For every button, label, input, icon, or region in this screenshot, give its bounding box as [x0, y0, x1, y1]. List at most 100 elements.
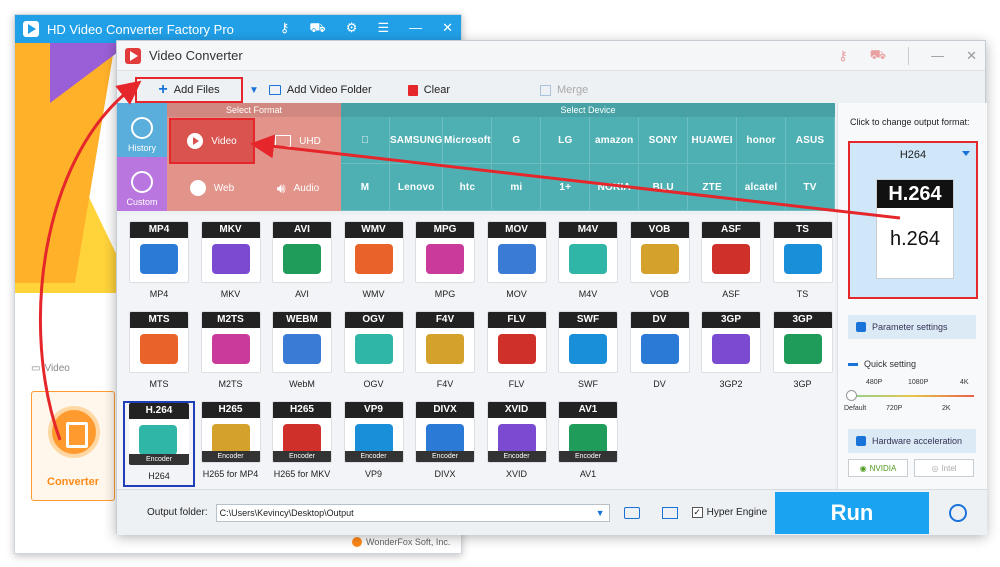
format-label: MKV — [220, 289, 241, 299]
uhd-category-button[interactable]: UHD — [255, 118, 341, 164]
output-folder-label: Output folder: — [147, 507, 208, 518]
format-icon: H.264 Encoder — [129, 403, 189, 465]
format-icon: TS — [772, 221, 833, 283]
format-option[interactable]: DV DV — [624, 311, 696, 397]
video-category-button[interactable]: Video — [169, 118, 255, 164]
format-option[interactable]: 3GP 3GP2 — [695, 311, 767, 397]
format-option[interactable]: H265 Encoder H265 for MKV — [266, 401, 338, 487]
clear-button[interactable]: Clear — [398, 77, 460, 103]
format-option[interactable]: OGV OGV — [338, 311, 410, 397]
device-brand-button[interactable]: 1+ — [541, 164, 591, 211]
format-option[interactable]: M4V M4V — [552, 221, 624, 307]
custom-tab[interactable]: Custom — [117, 157, 167, 211]
device-brand-button[interactable]: SAMSUNG — [389, 117, 444, 164]
format-option[interactable]: MP4 MP4 — [123, 221, 195, 307]
format-option[interactable]: 3GP 3GP — [767, 311, 839, 397]
format-option[interactable]: XVID Encoder XVID — [481, 401, 553, 487]
format-option[interactable]: MOV MOV — [481, 221, 553, 307]
cart-icon[interactable]: ⛟ — [309, 20, 325, 38]
window-titlebar: Video Converter ⚷ ⛟ — ✕ — [117, 41, 985, 71]
format-option[interactable]: AVI AVI — [266, 221, 338, 307]
device-brand-button[interactable]: htc — [443, 164, 493, 211]
format-option[interactable]: H.264 Encoder H264 — [123, 401, 195, 487]
device-brand-button[interactable]: SONY — [639, 117, 689, 164]
film-icon: ▭ — [31, 363, 41, 374]
close-icon[interactable]: ✕ — [966, 48, 977, 64]
key-icon[interactable]: ⚷ — [838, 48, 848, 64]
format-option[interactable]: WEBM WebM — [266, 311, 338, 397]
minimize-icon[interactable]: — — [409, 20, 422, 38]
format-option[interactable]: MTS MTS — [123, 311, 195, 397]
film-export-icon[interactable] — [661, 506, 678, 519]
slider-handle[interactable] — [846, 390, 857, 401]
format-option[interactable]: TS TS — [767, 221, 839, 307]
device-brand-button[interactable]: mi — [492, 164, 542, 211]
device-brand-button[interactable]:  — [341, 117, 390, 164]
device-brand-button[interactable]: ASUS — [786, 117, 835, 164]
format-label: M2TS — [218, 379, 243, 389]
window-title: Video Converter — [149, 48, 243, 63]
device-brand-button[interactable]: M — [341, 164, 390, 211]
hyper-engine-checkbox[interactable]: ✓ — [691, 507, 703, 518]
device-brand-button[interactable]: LG — [541, 117, 591, 164]
history-tab[interactable]: History — [117, 103, 167, 157]
run-button[interactable]: Run — [775, 492, 929, 534]
device-brand-button[interactable]: honor — [737, 117, 787, 164]
cart-icon[interactable]: ⛟ — [870, 47, 886, 65]
background-window-title: HD Video Converter Factory Pro — [47, 21, 234, 37]
web-category-button[interactable]: Web — [169, 165, 255, 211]
format-label: FLV — [508, 379, 525, 389]
format-option[interactable]: H265 Encoder H265 for MP4 — [195, 401, 267, 487]
device-brand-button[interactable]: G — [492, 117, 542, 164]
app-logo-icon — [23, 21, 39, 37]
format-option[interactable]: DIVX Encoder DIVX — [409, 401, 481, 487]
alarm-clock-icon[interactable] — [949, 504, 967, 522]
device-brand-button[interactable]: Lenovo — [389, 164, 444, 211]
minimize-icon[interactable]: — — [931, 48, 944, 63]
parameter-settings-button[interactable]: Parameter settings — [848, 315, 976, 339]
device-brand-button[interactable]: amazon — [590, 117, 640, 164]
chevron-down-icon[interactable]: ▼ — [596, 508, 605, 518]
device-brand-button[interactable]: BLU — [639, 164, 689, 211]
gear-icon — [131, 171, 153, 193]
device-brand-button[interactable]: HUAWEI — [688, 117, 738, 164]
format-option[interactable]: F4V F4V — [409, 311, 481, 397]
output-folder-input[interactable]: C:\Users\Kevincy\Desktop\Output ▼ — [215, 503, 610, 522]
format-option[interactable]: AV1 Encoder AV1 — [552, 401, 624, 487]
output-format-selector[interactable]: H264 H.264 h.264 — [848, 141, 978, 299]
intel-badge[interactable]: ◎ Intel — [914, 459, 974, 477]
device-brand-button[interactable]: alcatel — [737, 164, 787, 211]
format-option[interactable]: FLV FLV — [481, 311, 553, 397]
add-video-folder-button[interactable]: Add Video Folder — [259, 77, 382, 103]
chevron-down-icon[interactable]: ▼ — [249, 85, 259, 96]
format-label: SWF — [578, 379, 598, 389]
format-option[interactable]: SWF SWF — [552, 311, 624, 397]
device-brand-button[interactable]: NOKIA — [590, 164, 640, 211]
trash-icon — [407, 84, 418, 96]
format-option[interactable]: VP9 Encoder VP9 — [338, 401, 410, 487]
nvidia-badge[interactable]: ◉ NVIDIA — [848, 459, 908, 477]
video-converter-window: Video Converter ⚷ ⛟ — ✕ + Add Files ▼ Ad… — [116, 40, 987, 535]
format-option[interactable]: M2TS M2TS — [195, 311, 267, 397]
format-option[interactable]: MPG MPG — [409, 221, 481, 307]
key-icon[interactable]: ⚷ — [280, 20, 290, 38]
add-files-button[interactable]: + Add Files — [135, 77, 243, 103]
plus-icon: + — [158, 81, 168, 98]
close-icon[interactable]: ✕ — [442, 20, 453, 38]
device-brand-button[interactable]: ZTE — [688, 164, 738, 211]
settings-icon[interactable]: ⚙ — [346, 20, 358, 38]
quality-slider[interactable]: 480P 1080P 4K Default 720P 2K — [844, 379, 980, 419]
device-brand-button[interactable]: TV — [786, 164, 835, 211]
open-folder-icon[interactable] — [623, 506, 640, 519]
hardware-acceleration-button[interactable]: Hardware acceleration — [848, 429, 976, 453]
format-option[interactable]: WMV WMV — [338, 221, 410, 307]
format-option[interactable]: VOB VOB — [624, 221, 696, 307]
format-option[interactable]: ASF ASF — [695, 221, 767, 307]
format-option[interactable]: MKV MKV — [195, 221, 267, 307]
merge-button[interactable]: Merge — [530, 77, 598, 103]
device-brand-button[interactable]: Microsoft — [443, 117, 493, 164]
menu-icon[interactable]: ☰ — [377, 20, 389, 38]
tick-720p: 720P — [886, 405, 903, 412]
audio-category-button[interactable]: 🔊︎ Audio — [255, 165, 341, 211]
converter-module-button[interactable]: Converter — [31, 391, 115, 501]
